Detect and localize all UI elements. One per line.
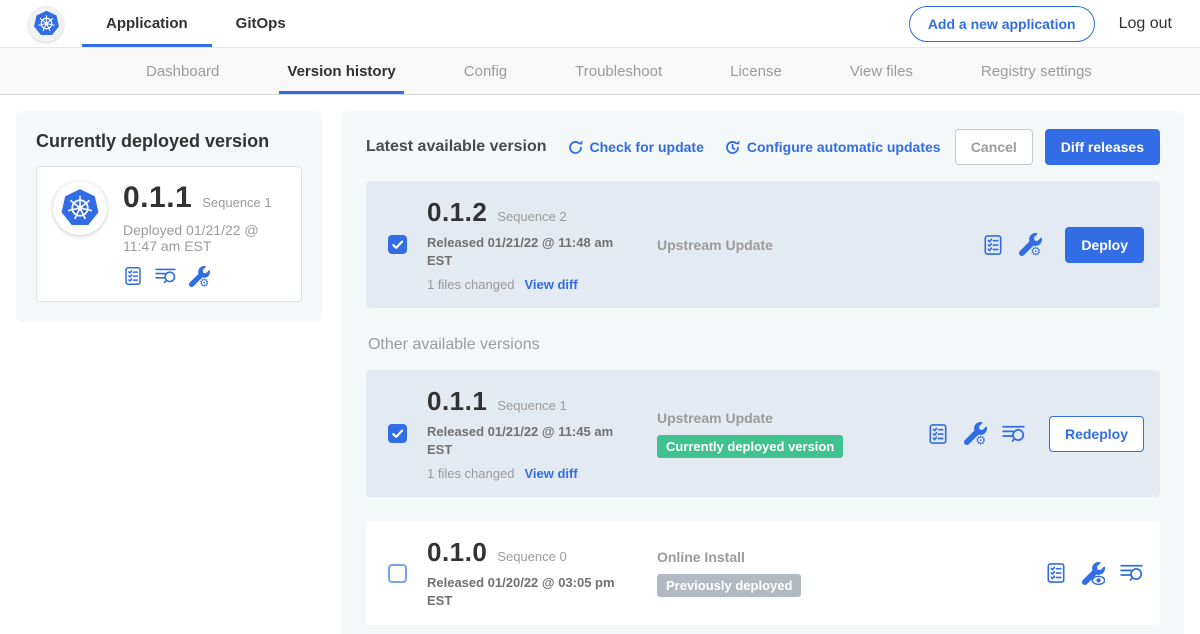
version-info: 0.1.0 Sequence 0 Released 01/20/22 @ 03:… <box>427 537 645 609</box>
release-notes-icon[interactable] <box>1045 562 1067 584</box>
subtab-license[interactable]: License <box>722 48 790 94</box>
refresh-icon <box>567 139 584 156</box>
source-column: Upstream Update Currently deployed versi… <box>657 410 927 458</box>
subtab-view-files[interactable]: View files <box>842 48 921 94</box>
version-info: 0.1.1 Sequence 1 Released 01/21/22 @ 11:… <box>427 386 645 481</box>
add-application-button[interactable]: Add a new application <box>909 6 1095 42</box>
version-number: 0.1.1 <box>427 386 487 417</box>
main-content: Currently deployed version 0.1.1 Sequenc… <box>0 95 1200 634</box>
top-nav-right: Add a new application Log out <box>909 6 1200 42</box>
other-versions-title: Other available versions <box>368 336 1160 354</box>
app-kubernetes-icon <box>53 181 107 235</box>
cancel-button[interactable]: Cancel <box>955 129 1033 165</box>
deploy-button[interactable]: Deploy <box>1065 227 1144 263</box>
version-number: 0.1.1 <box>123 181 192 215</box>
latest-version-header: Latest available version Check for updat… <box>366 129 1160 165</box>
version-number: 0.1.2 <box>427 197 487 228</box>
subtab-registry-settings[interactable]: Registry settings <box>973 48 1100 94</box>
tab-gitops[interactable]: GitOps <box>212 0 310 47</box>
files-changed-label: 1 files changed <box>427 466 514 481</box>
files-changed-label: 1 files changed <box>427 277 514 292</box>
top-nav: Application GitOps Add a new application… <box>0 0 1200 48</box>
configure-updates-link[interactable]: Configure automatic updates <box>724 139 941 156</box>
deployed-version-info: 0.1.1 Sequence 1 Deployed 01/21/22 @ 11:… <box>123 181 285 287</box>
source-column: Online Install Previously deployed <box>657 549 927 597</box>
sequence-label: Sequence 1 <box>202 195 271 210</box>
subtab-troubleshoot[interactable]: Troubleshoot <box>567 48 670 94</box>
deployed-version-card: 0.1.1 Sequence 1 Deployed 01/21/22 @ 11:… <box>36 166 302 302</box>
status-badge: Previously deployed <box>657 574 801 597</box>
source-column: Upstream Update <box>657 237 927 253</box>
version-info: 0.1.2 Sequence 2 Released 01/21/22 @ 11:… <box>427 197 645 292</box>
app-sub-nav: Dashboard Version history Config Trouble… <box>0 48 1200 95</box>
release-notes-icon[interactable] <box>927 423 949 445</box>
source-label: Upstream Update <box>657 410 927 426</box>
release-notes-icon[interactable] <box>982 234 1004 256</box>
source-label: Online Install <box>657 549 927 565</box>
view-diff-link[interactable]: View diff <box>524 277 577 292</box>
config-gear-icon[interactable] <box>189 266 210 287</box>
preflight-results-icon[interactable] <box>1002 423 1026 445</box>
logout-link[interactable]: Log out <box>1119 15 1172 33</box>
version-number: 0.1.0 <box>427 537 487 568</box>
top-tab-bar: Application GitOps <box>82 0 310 47</box>
config-gear-icon[interactable] <box>1019 233 1042 256</box>
configure-updates-label: Configure automatic updates <box>747 139 941 155</box>
deployed-card-title: Currently deployed version <box>36 131 302 152</box>
row-actions: Redeploy <box>927 416 1144 452</box>
released-timestamp: Released 01/21/22 @ 11:48 am EST <box>427 234 632 269</box>
sequence-label: Sequence 1 <box>497 398 566 413</box>
version-checkbox[interactable] <box>388 424 407 443</box>
version-checkbox[interactable] <box>388 235 407 254</box>
sequence-label: Sequence 0 <box>497 549 566 564</box>
config-eye-icon[interactable] <box>1082 562 1105 585</box>
status-badge: Currently deployed version <box>657 435 843 458</box>
deployed-timestamp: Deployed 01/21/22 @ 11:47 am EST <box>123 222 285 254</box>
released-timestamp: Released 01/20/22 @ 03:05 pm EST <box>427 574 632 609</box>
check-icon <box>390 237 405 252</box>
preflight-results-icon[interactable] <box>1120 562 1144 584</box>
check-for-update-label: Check for update <box>590 139 704 155</box>
kubernetes-logo <box>28 6 64 42</box>
version-row: 0.1.0 Sequence 0 Released 01/20/22 @ 03:… <box>366 521 1160 625</box>
tab-application[interactable]: Application <box>82 0 212 47</box>
source-label: Upstream Update <box>657 237 927 253</box>
view-diff-link[interactable]: View diff <box>524 466 577 481</box>
diff-releases-button[interactable]: Diff releases <box>1045 129 1160 165</box>
clock-refresh-icon <box>724 139 741 156</box>
subtab-version-history[interactable]: Version history <box>279 48 403 94</box>
subtab-config[interactable]: Config <box>456 48 515 94</box>
currently-deployed-card: Currently deployed version 0.1.1 Sequenc… <box>16 111 322 322</box>
preflight-results-icon[interactable] <box>155 266 177 286</box>
check-for-update-link[interactable]: Check for update <box>567 139 704 156</box>
release-notes-icon[interactable] <box>123 266 143 286</box>
latest-version-title: Latest available version <box>366 138 547 156</box>
check-icon <box>390 426 405 441</box>
version-checkbox[interactable] <box>388 564 407 583</box>
row-actions <box>1045 562 1144 585</box>
version-row: 0.1.2 Sequence 2 Released 01/21/22 @ 11:… <box>366 181 1160 308</box>
redeploy-button[interactable]: Redeploy <box>1049 416 1144 452</box>
version-history-panel: Latest available version Check for updat… <box>342 111 1184 634</box>
version-row: 0.1.1 Sequence 1 Released 01/21/22 @ 11:… <box>366 370 1160 497</box>
config-gear-icon[interactable] <box>964 422 987 445</box>
subtab-dashboard[interactable]: Dashboard <box>138 48 227 94</box>
released-timestamp: Released 01/21/22 @ 11:45 am EST <box>427 423 632 458</box>
row-actions: Deploy <box>982 227 1144 263</box>
sequence-label: Sequence 2 <box>497 209 566 224</box>
